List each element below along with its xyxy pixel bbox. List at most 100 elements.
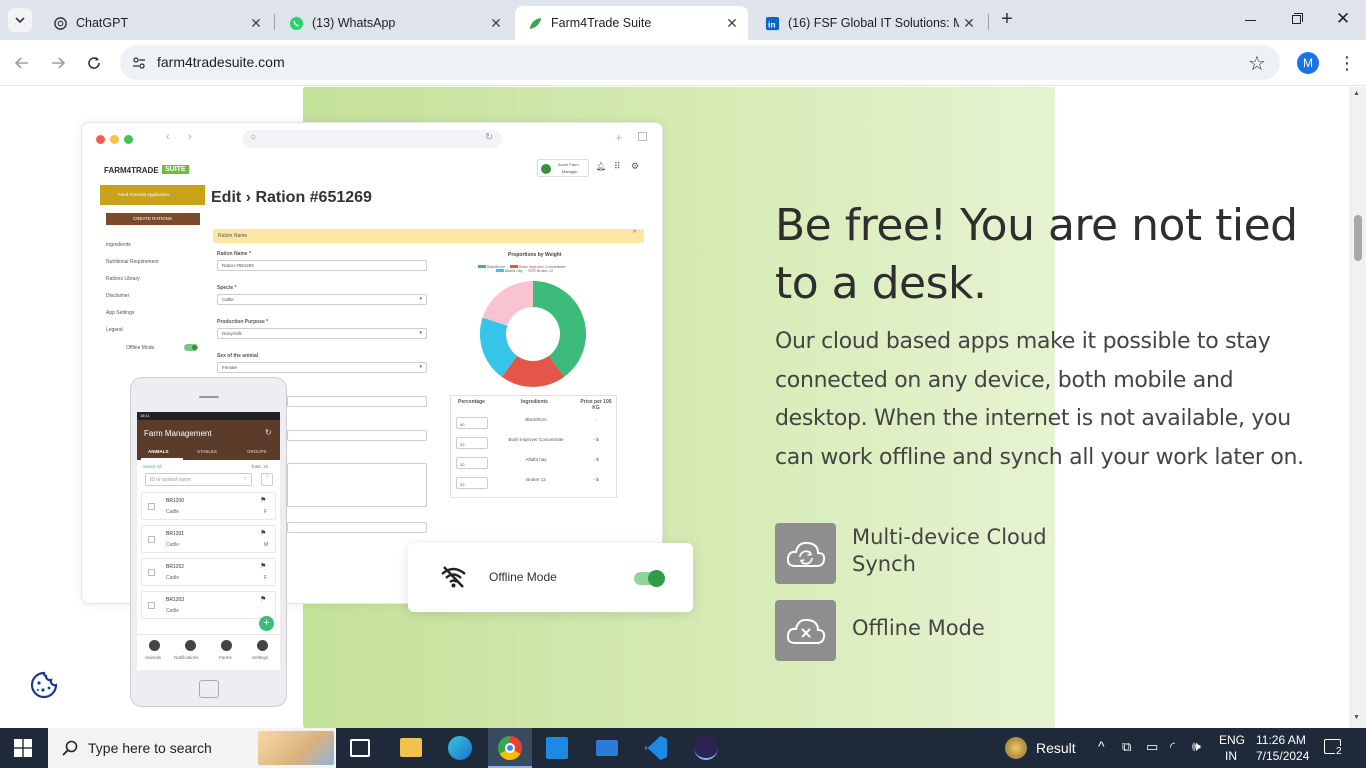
profile-avatar[interactable]: M (1297, 52, 1319, 74)
field-value: Ration #651269 (222, 263, 254, 268)
mockup-app-header: FARM4TRADE SUITE Acme Farm Manager 🔔︎ ⠿ … (96, 157, 646, 183)
scroll-up-arrow[interactable]: ▲ (1353, 90, 1360, 97)
flag-icon: ⚑ (260, 563, 267, 570)
clock-date[interactable]: 7/15/2024 (1256, 749, 1309, 763)
battery-icon[interactable]: ▭ (1146, 739, 1158, 755)
donut-slice (480, 317, 518, 377)
weather-icon[interactable] (1005, 737, 1027, 759)
new-tab-button[interactable]: + (996, 9, 1018, 31)
restore-icon-back (1294, 13, 1303, 22)
phone-search-input: ID or animal name ○ (145, 473, 252, 486)
donut-slice (532, 281, 586, 377)
tab-farm4trade[interactable]: Farm4Trade Suite ✕ (515, 6, 748, 40)
network-device-icon[interactable]: ⧉ (1122, 739, 1131, 755)
field-label: Production Purpose * (217, 319, 269, 325)
phone-tab: ANIMALS (148, 449, 169, 454)
form-field: Production Purpose * Dairy/milk ▾ (217, 319, 427, 339)
form-field-empty (287, 522, 427, 533)
chart-title: Proportions by Weight (508, 252, 562, 258)
close-window-button[interactable]: ✕ (1332, 9, 1354, 31)
site-settings-icon[interactable] (131, 55, 147, 71)
phone-home-button (199, 680, 219, 698)
close-icon[interactable]: ✕ (486, 15, 506, 32)
address-bar[interactable]: farm4tradesuite.com ☆ (120, 45, 1280, 80)
close-icon[interactable]: ✕ (246, 15, 266, 32)
chevron-up-icon[interactable]: ^ (1098, 738, 1105, 754)
clock-time[interactable]: 11:26 AM (1256, 733, 1306, 747)
phone-app-header: Farm Management ↻ ANIMALS STABLES GROUPS (137, 420, 280, 460)
restore-button[interactable] (1286, 12, 1308, 28)
phone-speaker (199, 396, 219, 398)
checkbox (148, 602, 155, 609)
create-rations-button: CREATE RATIONS (106, 213, 200, 225)
minimize-icon (1245, 20, 1256, 21)
select-all: Select All (143, 464, 162, 469)
weather-label[interactable]: Result (1036, 740, 1076, 756)
tab-chatgpt[interactable]: ChatGPT ✕ (40, 6, 272, 40)
eclipse-icon[interactable] (694, 736, 718, 760)
reload-icon: ↻ (485, 132, 494, 143)
chrome-taskbar-button[interactable] (488, 728, 532, 768)
cloud-offline-icon (775, 600, 836, 661)
file-explorer-icon[interactable] (400, 738, 422, 757)
taskbar-search-placeholder: Type here to search (88, 740, 212, 756)
cloud-sync-icon (775, 523, 836, 584)
field-label: Ration Name * (217, 251, 251, 257)
offline-mode-label: Offline Mode (489, 570, 557, 584)
back-button[interactable] (10, 51, 34, 75)
url-text[interactable]: farm4tradesuite.com (157, 54, 285, 70)
offline-mode-card: Offline Mode (408, 543, 693, 612)
reload-button[interactable] (82, 51, 106, 75)
offline-mode-toggle[interactable] (634, 570, 665, 587)
language-bottom[interactable]: IN (1225, 749, 1237, 763)
ingredient-price: - $ (593, 437, 599, 442)
animal-id: BR1201 (166, 531, 185, 537)
mail-icon[interactable] (596, 740, 618, 756)
edge-icon[interactable] (448, 736, 472, 760)
cookie-settings-button[interactable] (29, 670, 59, 700)
volume-icon[interactable]: 🕪 (1192, 738, 1201, 755)
window-dot-yellow (110, 135, 119, 144)
vscode-icon[interactable] (645, 736, 667, 760)
notification-center-button[interactable]: 2 (1324, 738, 1344, 758)
scroll-down-arrow[interactable]: ▼ (1353, 714, 1360, 721)
pct-value: 20 (460, 482, 465, 487)
field-label: Sex of the animal (217, 353, 259, 359)
tab-search-button[interactable] (8, 8, 32, 32)
animal-type: Cattle (166, 575, 180, 581)
svg-text:in: in (768, 19, 775, 29)
language-top[interactable]: ENG (1219, 733, 1245, 747)
forward-button[interactable] (46, 51, 70, 75)
table-header: Ingredients (521, 399, 548, 405)
pct-value: 20 (460, 462, 465, 467)
wifi-icon[interactable]: ◜ (1170, 739, 1175, 755)
taskbar-search-box[interactable]: Type here to search (48, 728, 336, 768)
ingredient-price: - (595, 417, 597, 422)
scrollbar-thumb[interactable] (1354, 215, 1362, 261)
close-icon[interactable]: ✕ (959, 15, 979, 32)
ingredient-price: - $ (593, 457, 599, 462)
tab-whatsapp[interactable]: (13) WhatsApp ✕ (276, 6, 512, 40)
close-icon[interactable]: ✕ (722, 15, 742, 32)
list-item: BR1201 Cattle ⚑ M (141, 525, 276, 553)
browser-menu-icon[interactable]: ⋮ (1338, 52, 1356, 74)
microsoft-store-icon[interactable] (546, 737, 568, 759)
start-button[interactable] (14, 739, 34, 759)
task-view-icon[interactable] (350, 739, 370, 757)
form-field-empty (287, 396, 427, 407)
animal-id: BR1202 (166, 564, 185, 570)
nav-label: Animals (145, 655, 162, 660)
table-header: Price per 100 KG (580, 399, 612, 411)
feed-formula-tag: Feed Formula Application (100, 185, 205, 205)
whatsapp-icon (288, 15, 304, 31)
minimize-button[interactable] (1240, 12, 1262, 28)
animal-type: Cattle (166, 608, 180, 614)
phone-status-bar: 16:11 (137, 412, 280, 420)
page-scrollbar[interactable]: ▲ ▼ (1349, 87, 1366, 728)
offline-menu-label: Offline Mode (126, 345, 155, 351)
flag-icon: ⚑ (260, 497, 267, 504)
offline-toggle (184, 344, 198, 351)
bookmark-star-icon[interactable]: ☆ (1248, 51, 1266, 76)
farm4trade-leaf-icon (527, 15, 543, 31)
tab-linkedin[interactable]: in (16) FSF Global IT Solutions: My ✕ (752, 6, 985, 40)
